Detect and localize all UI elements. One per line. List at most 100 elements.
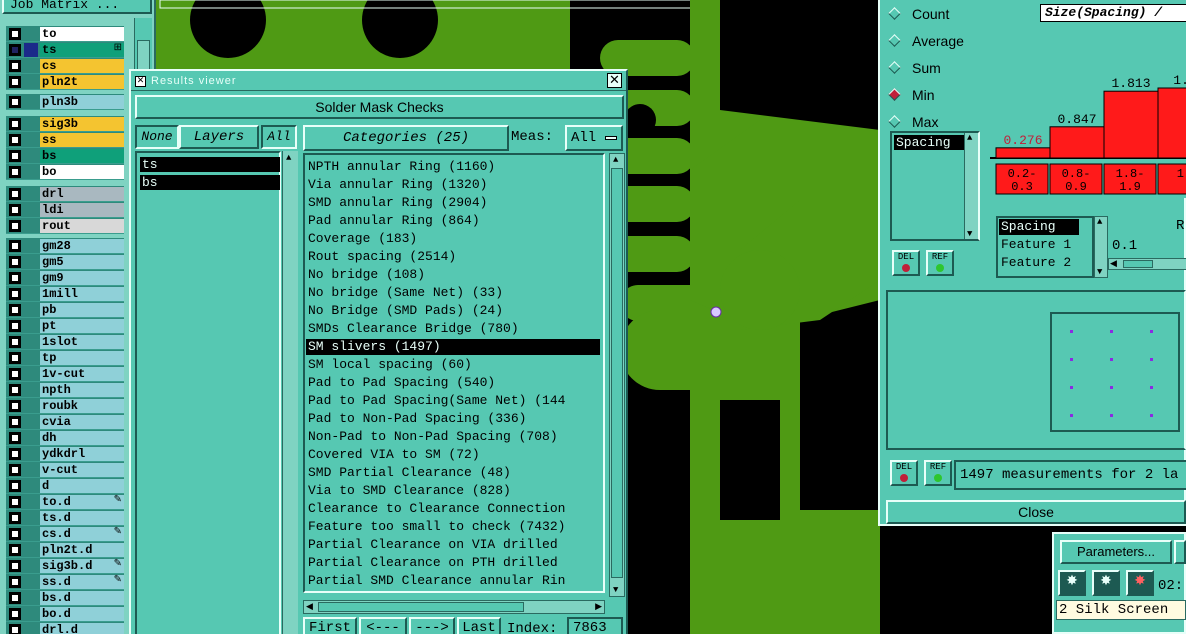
layers-list[interactable]: ts bs bbox=[135, 151, 281, 634]
tool-icon[interactable]: ✸ bbox=[1092, 570, 1120, 596]
layer-name[interactable]: ss.d bbox=[40, 575, 124, 589]
layer-swatch[interactable] bbox=[24, 511, 38, 525]
layer-name[interactable]: 1slot bbox=[40, 335, 124, 349]
layer-checkbox[interactable] bbox=[9, 96, 21, 108]
layer-name[interactable]: bs bbox=[40, 149, 124, 163]
layer-checkbox[interactable] bbox=[9, 512, 21, 524]
layer-row[interactable]: to.d ✎ bbox=[6, 494, 124, 510]
layer-row[interactable]: cvia bbox=[6, 414, 124, 430]
layer-checkbox[interactable] bbox=[9, 544, 21, 556]
layer-row[interactable]: roubk bbox=[6, 398, 124, 414]
layer-swatch[interactable] bbox=[24, 287, 38, 301]
ref-button[interactable]: REF bbox=[924, 460, 952, 486]
tool-icon[interactable]: ✸ bbox=[1058, 570, 1086, 596]
layer-name[interactable]: roubk bbox=[40, 399, 124, 413]
layer-checkbox[interactable] bbox=[9, 60, 21, 72]
layer-row[interactable]: npth bbox=[6, 382, 124, 398]
category-item[interactable]: No bridge (Same Net) (33) bbox=[308, 285, 503, 301]
layer-row[interactable]: bo bbox=[6, 164, 124, 180]
layer-name[interactable]: gm9 bbox=[40, 271, 124, 285]
layer-row[interactable]: 1v-cut bbox=[6, 366, 124, 382]
category-item[interactable]: SM local spacing (60) bbox=[308, 357, 472, 373]
layer-row[interactable]: ydkdrl bbox=[6, 446, 124, 462]
layer-swatch[interactable] bbox=[24, 479, 38, 493]
layer-name[interactable]: pt bbox=[40, 319, 124, 333]
tool-icon[interactable]: ✸ bbox=[1126, 570, 1154, 596]
layer-swatch[interactable] bbox=[24, 543, 38, 557]
layer-swatch[interactable] bbox=[24, 133, 38, 147]
category-item[interactable]: NPTH annular Ring (1160) bbox=[308, 159, 495, 175]
scroll-up-icon[interactable]: ▲ bbox=[967, 133, 972, 143]
category-item[interactable]: Clearance to Clearance Connection bbox=[308, 501, 565, 517]
layer-name[interactable]: bo bbox=[40, 165, 124, 179]
layer-checkbox[interactable] bbox=[9, 76, 21, 88]
layer-name[interactable]: drl bbox=[40, 187, 124, 201]
category-item[interactable]: Partial Clearance on VIA drilled bbox=[308, 537, 558, 553]
next-button[interactable]: ---> bbox=[409, 617, 455, 634]
layer-checkbox[interactable] bbox=[9, 134, 21, 146]
layer-swatch[interactable] bbox=[24, 239, 38, 253]
layer-checkbox[interactable] bbox=[9, 560, 21, 572]
layer-name[interactable]: rout bbox=[40, 219, 124, 233]
index-input[interactable]: 7863 bbox=[567, 617, 623, 634]
layer-checkbox[interactable] bbox=[9, 150, 21, 162]
layer-row[interactable]: cs bbox=[6, 58, 124, 74]
layer-swatch[interactable] bbox=[24, 27, 38, 41]
layer-item-ts[interactable]: ts bbox=[140, 157, 280, 172]
layer-checkbox[interactable] bbox=[9, 384, 21, 396]
category-item[interactable]: No Bridge (SMD Pads) (24) bbox=[308, 303, 503, 319]
layer-name[interactable]: d bbox=[40, 479, 124, 493]
layer-name[interactable]: bo.d bbox=[40, 607, 124, 621]
layer-checkbox[interactable] bbox=[9, 528, 21, 540]
layer-row[interactable]: v-cut bbox=[6, 462, 124, 478]
category-item[interactable]: Rout spacing (2514) bbox=[308, 249, 456, 265]
scroll-down-icon[interactable]: ▼ bbox=[1097, 267, 1102, 277]
category-item[interactable]: Pad to Non-Pad Spacing (336) bbox=[308, 411, 526, 427]
layer-name[interactable]: 1mill bbox=[40, 287, 124, 301]
feature-item[interactable]: Spacing bbox=[999, 219, 1079, 235]
layer-row[interactable]: ss bbox=[6, 132, 124, 148]
spacing-item[interactable]: Spacing bbox=[894, 135, 964, 150]
category-item[interactable]: SMD Partial Clearance (48) bbox=[308, 465, 511, 481]
category-item[interactable]: Partial SMD Clearance annular Rin bbox=[308, 573, 565, 589]
category-item[interactable]: SM slivers (1497) bbox=[306, 339, 600, 355]
layer-checkbox[interactable] bbox=[9, 44, 21, 56]
scroll-up-icon[interactable]: ▲ bbox=[1097, 217, 1102, 227]
category-item[interactable]: Via to SMD Clearance (828) bbox=[308, 483, 511, 499]
layer-checkbox[interactable] bbox=[9, 624, 21, 634]
layer-name[interactable]: ts bbox=[40, 43, 124, 57]
layer-name[interactable]: pb bbox=[40, 303, 124, 317]
layer-swatch[interactable] bbox=[24, 607, 38, 621]
title-bar[interactable]: ✕ Results viewer ✕ bbox=[131, 71, 626, 91]
layer-name[interactable]: pln3b bbox=[40, 95, 124, 109]
layer-row[interactable]: 1slot bbox=[6, 334, 124, 350]
layer-row[interactable]: ss.d ✎ bbox=[6, 574, 124, 590]
layer-checkbox[interactable] bbox=[9, 118, 21, 130]
scroll-up-icon[interactable]: ▲ bbox=[613, 155, 618, 165]
layer-name[interactable]: to bbox=[40, 27, 124, 41]
layer-checkbox[interactable] bbox=[9, 220, 21, 232]
layer-swatch[interactable] bbox=[24, 591, 38, 605]
scroll-left-icon[interactable]: ◀ bbox=[306, 602, 313, 612]
slider-thumb[interactable] bbox=[1123, 260, 1153, 268]
layer-checkbox[interactable] bbox=[9, 592, 21, 604]
list-scrollbar[interactable]: ▲ ▼ bbox=[964, 133, 978, 239]
layer-name[interactable]: npth bbox=[40, 383, 124, 397]
layer-checkbox[interactable] bbox=[9, 272, 21, 284]
layer-name[interactable]: to.d bbox=[40, 495, 124, 509]
layer-name[interactable]: tp bbox=[40, 351, 124, 365]
layer-row[interactable]: pln2t.d bbox=[6, 542, 124, 558]
layer-checkbox[interactable] bbox=[9, 288, 21, 300]
layer-checkbox[interactable] bbox=[9, 304, 21, 316]
layer-row[interactable]: cs.d ✎ bbox=[6, 526, 124, 542]
prev-button[interactable]: <--- bbox=[359, 617, 407, 634]
layer-swatch[interactable] bbox=[24, 117, 38, 131]
layer-row[interactable]: gm28 bbox=[6, 238, 124, 254]
layer-checkbox[interactable] bbox=[9, 188, 21, 200]
scroll-down-icon[interactable]: ▼ bbox=[613, 585, 618, 595]
layer-item-bs[interactable]: bs bbox=[140, 175, 280, 190]
layer-swatch[interactable] bbox=[24, 165, 38, 179]
layer-name[interactable]: bs.d bbox=[40, 591, 124, 605]
layer-row[interactable]: ldi bbox=[6, 202, 124, 218]
layer-name[interactable]: ts.d bbox=[40, 511, 124, 525]
